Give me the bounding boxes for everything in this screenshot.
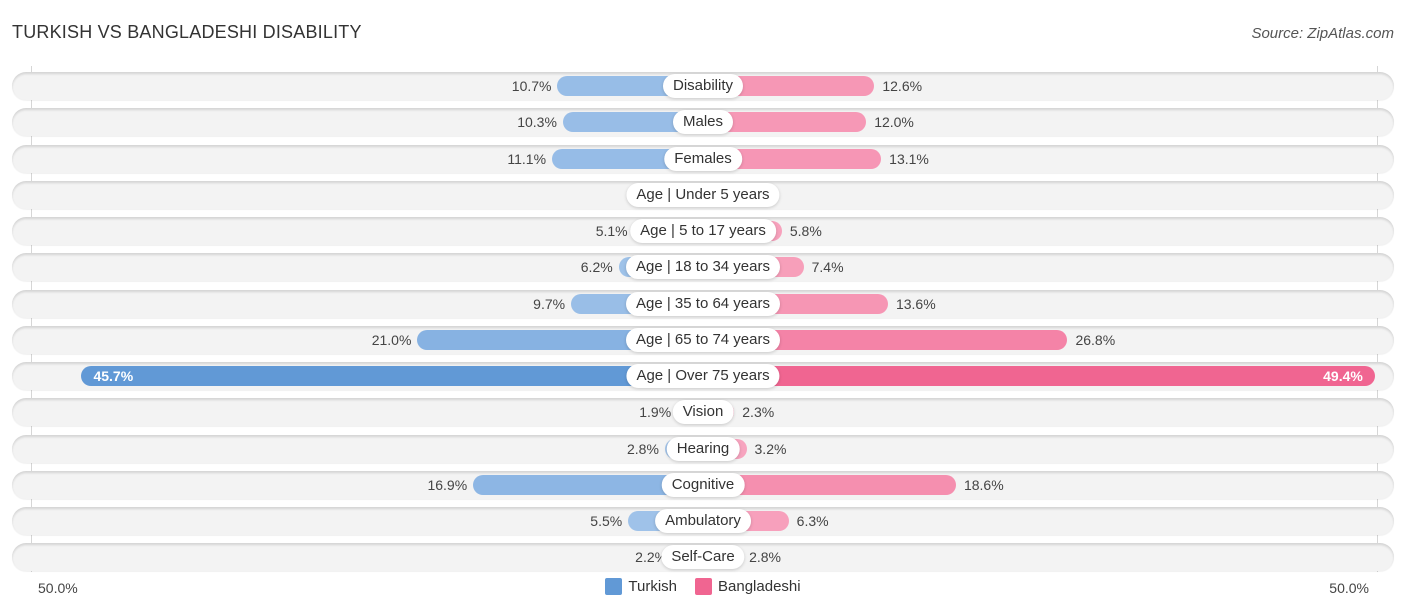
category-label: Females [664,146,742,171]
value-label-bangladeshi: 12.0% [874,114,914,131]
value-label-turkish: 16.9% [427,476,468,493]
chart-row: 5.5% 6.3% Ambulatory [12,507,1394,535]
chart-row: 10.7% 12.6% Disability [12,72,1394,100]
category-label: Males [672,110,734,135]
value-label-bangladeshi: 26.8% [1075,331,1116,348]
category-label: Cognitive [661,472,745,497]
legend-swatch-turkish [605,578,623,595]
legend-label-bangladeshi: Bangladeshi [718,578,801,595]
category-label: Disability [662,74,744,98]
legend-label-turkish: Turkish [628,578,678,595]
legend-item-bangladeshi[interactable]: Bangladeshi [695,578,801,595]
chart-row: 2.8% 3.2% Hearing [12,434,1394,463]
value-label-bangladeshi: 13.1% [889,150,929,167]
value-label-bangladeshi: 18.6% [963,476,1004,493]
value-label-bangladeshi: 3.2% [754,440,787,457]
value-label-turkish: 10.3% [517,114,557,131]
chart-row: 10.3% 12.0% Males [12,108,1394,137]
value-label-turkish: 6.2% [580,259,613,276]
value-label-bangladeshi: 2.8% [749,549,781,566]
chart-row: 11.1% 13.1% Females [12,144,1394,173]
chart-row: 2.2% 2.8% Self-Care [12,543,1394,572]
category-label: Hearing [666,436,740,461]
category-label: Ambulatory [655,509,751,533]
category-label: Age | 5 to 17 years [630,219,776,243]
category-label: Age | Under 5 years [626,182,780,207]
category-label: Self-Care [661,545,745,570]
category-label: Age | Over 75 years [626,364,780,388]
category-label: Age | 65 to 74 years [626,327,780,352]
value-label-turkish: 10.7% [511,78,552,94]
value-label-turkish: 5.1% [595,223,628,239]
value-label-bangladeshi: 12.6% [882,78,923,94]
chart-row: 5.1% 5.8% Age | 5 to 17 years [12,217,1394,245]
chart-row: 16.9% 18.6% Cognitive [12,470,1394,499]
category-label: Age | 18 to 34 years [626,255,780,280]
chart-row: 9.7% 13.6% Age | 35 to 64 years [12,289,1394,318]
value-label-bangladeshi: 49.4% [1323,368,1363,384]
legend-item-turkish[interactable]: Turkish [605,578,677,595]
chart-row: 45.7% 49.4% Age | Over 75 years [12,362,1394,390]
bar-turkish[interactable] [81,366,703,386]
chart-row: 1.1%1.3%Age | Under 5 years [12,180,1394,209]
value-label-turkish: 21.0% [371,331,412,348]
value-label-bangladeshi: 13.6% [895,295,936,312]
value-label-bangladeshi: 5.8% [789,223,822,239]
value-label-turkish: 11.1% [507,150,547,167]
legend-swatch-bangladeshi [695,578,713,595]
value-label-bangladeshi: 2.3% [742,404,775,421]
value-label-turkish: 5.5% [590,513,623,529]
chart-title: TURKISH VS BANGLADESHI DISABILITY [12,22,362,42]
category-label: Vision [672,400,734,425]
value-label-turkish: 1.9% [639,404,672,421]
value-label-bangladeshi: 6.3% [796,513,829,529]
legend: Turkish Bangladeshi [0,578,1406,595]
value-label-bangladeshi: 7.4% [811,259,844,276]
value-label-turkish: 45.7% [93,368,134,384]
bar-bangladeshi[interactable] [703,366,1375,386]
chart-row: 21.0% 26.8% Age | 65 to 74 years [12,325,1394,354]
chart-row: 6.2% 7.4% Age | 18 to 34 years [12,253,1394,282]
chart-row: 1.9% 2.3% Vision [12,398,1394,427]
value-label-turkish: 2.8% [627,440,659,457]
category-label: Age | 35 to 64 years [626,291,780,316]
value-label-turkish: 9.7% [533,295,566,312]
source-label: Source: ZipAtlas.com [1251,25,1394,42]
